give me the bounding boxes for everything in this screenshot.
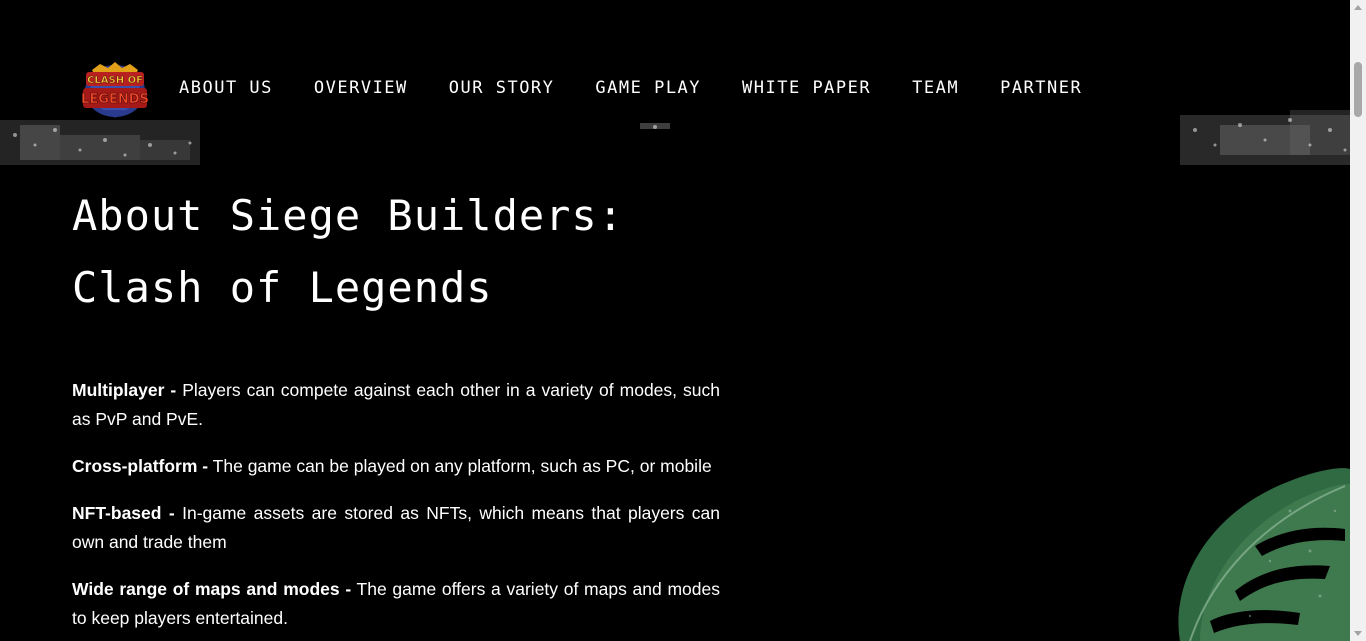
- nav-item-game-play[interactable]: GAME PLAY: [595, 78, 701, 98]
- feature-nft-based: NFT-based - In-game assets are stored as…: [72, 499, 720, 557]
- page-scrollbar[interactable]: [1350, 0, 1366, 641]
- nav-item-partner[interactable]: PARTNER: [1000, 78, 1082, 98]
- top-navbar: CLASH OF LEGENDS ABOUT US OVERVIEW OUR S…: [0, 50, 1350, 128]
- svg-text:CLASH OF: CLASH OF: [87, 75, 143, 86]
- page-title: About Siege Builders: Clash of Legends: [72, 191, 625, 312]
- feature-cross-platform: Cross-platform - The game can be played …: [72, 452, 720, 481]
- nav-item-our-story[interactable]: OUR STORY: [449, 78, 555, 98]
- main-nav: ABOUT US OVERVIEW OUR STORY GAME PLAY WH…: [179, 78, 1082, 98]
- feature-term: Wide range of maps and modes -: [72, 579, 352, 599]
- feature-multiplayer: Multiplayer - Players can compete agains…: [72, 376, 720, 434]
- feature-description: The game can be played on any platform, …: [212, 456, 712, 476]
- about-section: About Siege Builders: Clash of Legends M…: [72, 180, 720, 641]
- nav-item-overview[interactable]: OVERVIEW: [314, 78, 408, 98]
- scroll-up-arrow-icon[interactable]: [1354, 5, 1362, 10]
- feature-term: NFT-based -: [72, 503, 175, 523]
- nav-item-about-us[interactable]: ABOUT US: [179, 78, 273, 98]
- svg-text:LEGENDS: LEGENDS: [81, 92, 149, 107]
- monstera-leaf-image: [1178, 468, 1350, 641]
- nav-item-white-paper[interactable]: WHITE PAPER: [742, 78, 871, 98]
- scroll-thumb[interactable]: [1354, 62, 1362, 117]
- feature-maps-and-modes: Wide range of maps and modes - The game …: [72, 575, 720, 633]
- feature-term: Cross-platform -: [72, 456, 209, 476]
- clash-of-legends-logo[interactable]: CLASH OF LEGENDS: [78, 56, 152, 120]
- scroll-down-arrow-icon[interactable]: [1354, 631, 1362, 636]
- nav-item-team[interactable]: TEAM: [912, 78, 959, 98]
- feature-term: Multiplayer -: [72, 380, 177, 400]
- page: CLASH OF LEGENDS ABOUT US OVERVIEW OUR S…: [0, 0, 1350, 641]
